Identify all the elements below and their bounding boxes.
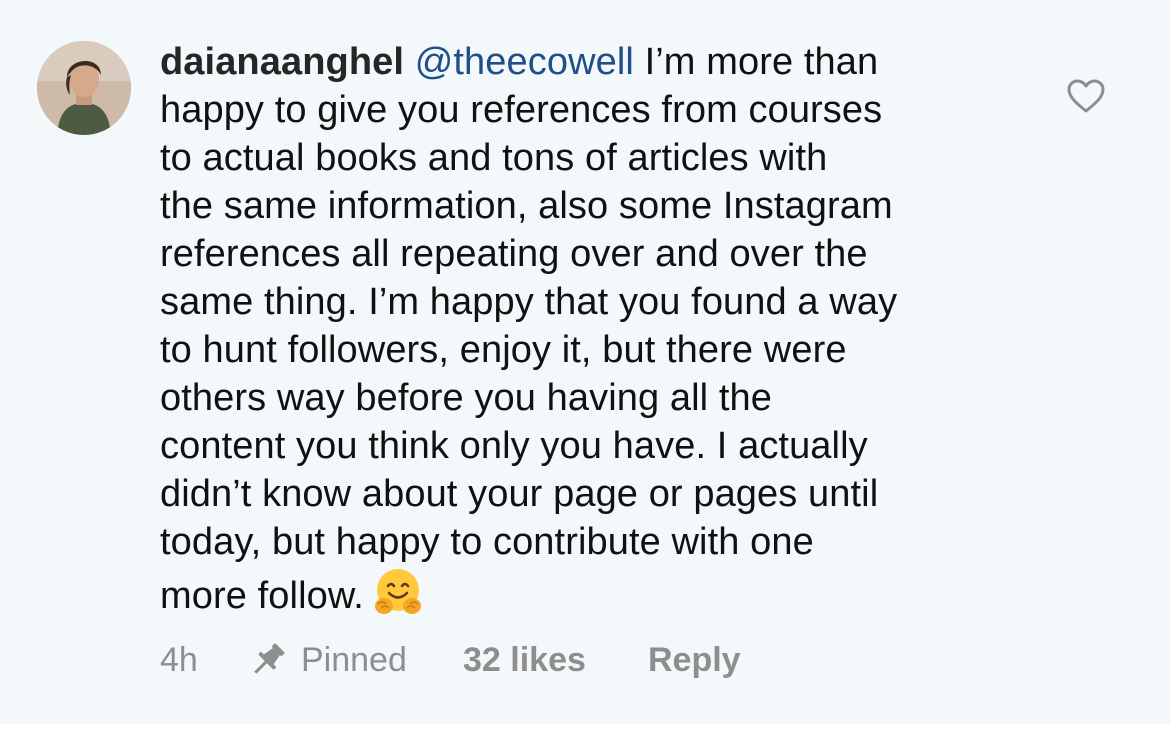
avatar[interactable] <box>37 41 131 135</box>
avatar-image <box>37 41 131 135</box>
comment-text-segment: more follow. <box>160 575 364 617</box>
comment-text: daianaanghel @theecowell I’m more than h… <box>160 38 1040 620</box>
comment-line: content you think only you have. I actua… <box>160 425 868 467</box>
comment-line: the same information, also some Instagra… <box>160 185 893 227</box>
pin-icon <box>254 643 285 674</box>
comment-line: daianaanghel @theecowell I’m more than <box>160 38 1040 86</box>
comment-text-segment: I’m more than <box>633 41 879 83</box>
comment-line: references all repeating over and over t… <box>160 233 868 275</box>
timestamp: 4h <box>160 641 198 679</box>
hugging-face-emoji <box>374 569 421 614</box>
comment-line: today, but happy to contribute with one <box>160 521 814 563</box>
comment-line: more follow. <box>160 566 1040 620</box>
comment-line: to actual books and tons of articles wit… <box>160 137 828 179</box>
comment-card: daianaanghel @theecowell I’m more than h… <box>0 0 1170 724</box>
mention-link[interactable]: @theecowell <box>415 41 634 83</box>
reply-button[interactable]: Reply <box>648 636 741 684</box>
pinned-label: Pinned <box>301 641 407 679</box>
comment-line: to hunt followers, enjoy it, but there w… <box>160 329 847 371</box>
username[interactable]: daianaanghel <box>160 41 404 83</box>
comment-line: others way before you having all the <box>160 377 772 419</box>
comment-line: happy to give you references from course… <box>160 89 883 131</box>
comment-line: same thing. I’m happy that you found a w… <box>160 281 898 323</box>
comment-line: didn’t know about your page or pages unt… <box>160 473 879 515</box>
heart-outline-icon[interactable] <box>1066 78 1106 114</box>
likes-count-button[interactable]: 32 likes <box>463 636 586 684</box>
